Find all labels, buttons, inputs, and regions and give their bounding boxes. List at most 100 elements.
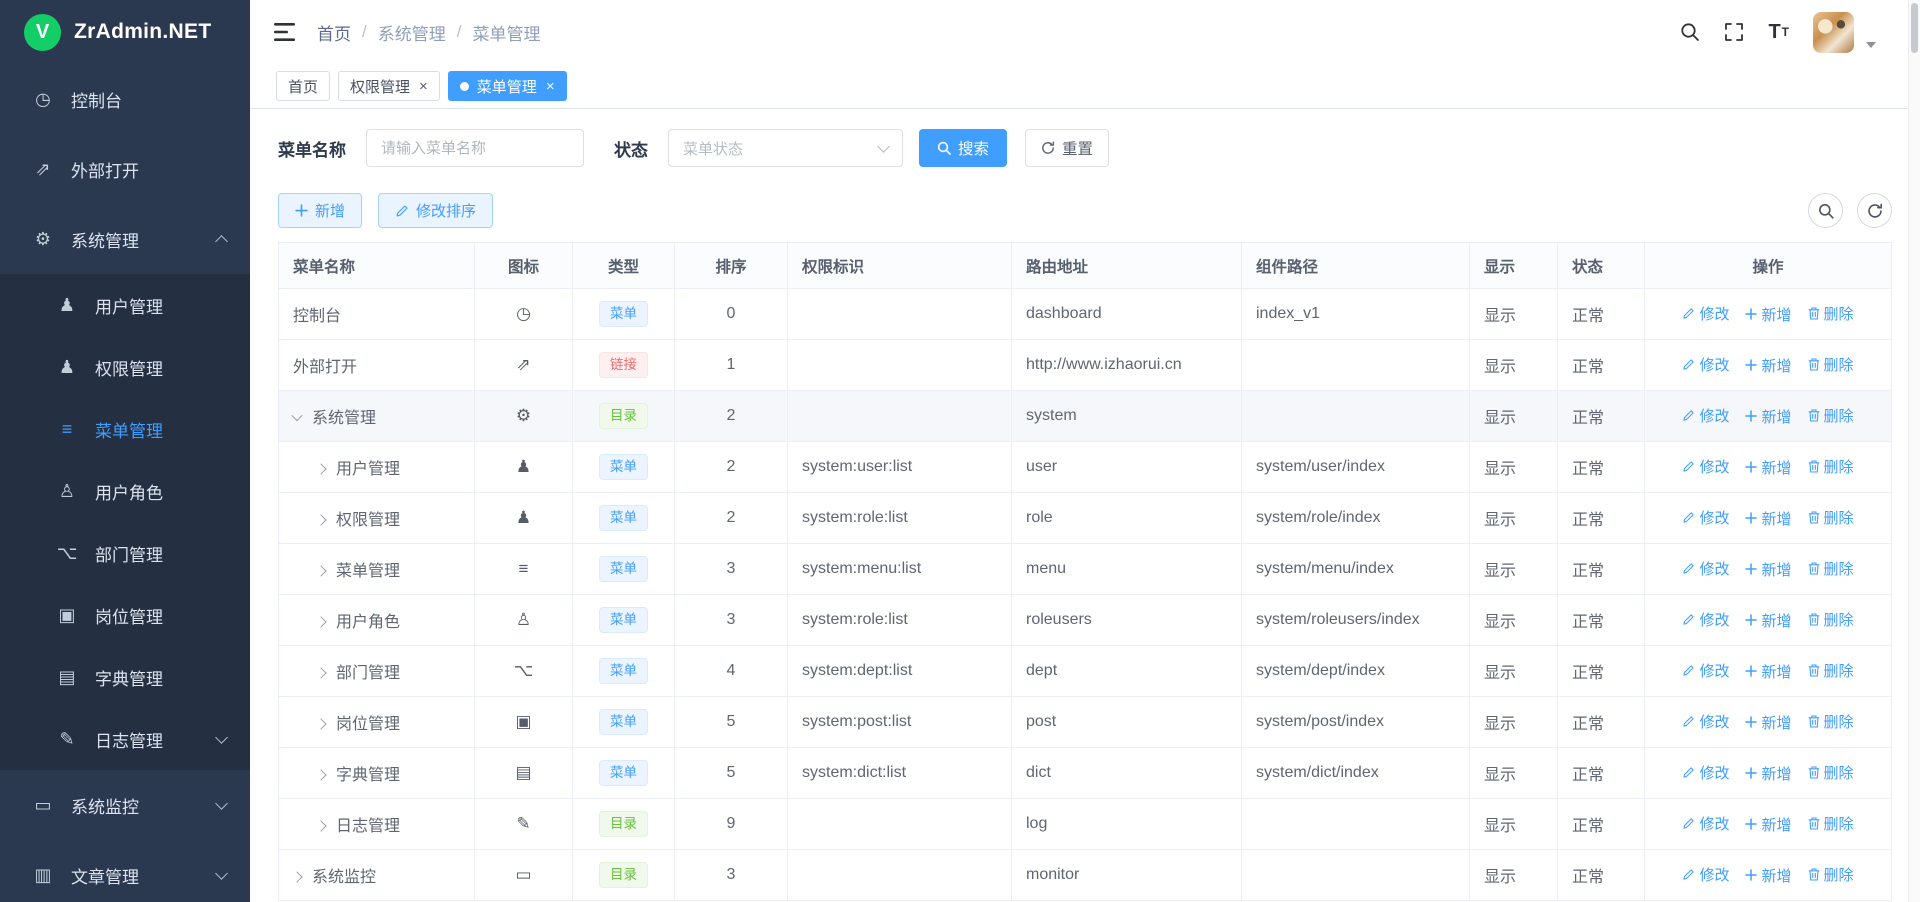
expand-row-icon[interactable] xyxy=(315,820,326,831)
tab-role[interactable]: 权限管理× xyxy=(338,71,440,101)
perm-cell xyxy=(788,340,1012,391)
add-link[interactable]: 新增 xyxy=(1745,661,1791,682)
edit-link[interactable]: 修改 xyxy=(1682,558,1729,579)
edit-link[interactable]: 修改 xyxy=(1682,813,1729,834)
edit-link[interactable]: 修改 xyxy=(1682,864,1729,885)
add-link-label: 新增 xyxy=(1761,610,1791,631)
sidebar-item-dept[interactable]: ⌥ 部门管理 xyxy=(0,522,250,584)
expand-row-icon[interactable] xyxy=(291,871,302,882)
delete-link-label: 删除 xyxy=(1824,660,1854,681)
delete-link[interactable]: 删除 xyxy=(1808,609,1854,630)
add-link[interactable]: 新增 xyxy=(1745,712,1791,733)
add-link[interactable]: 新增 xyxy=(1745,559,1791,580)
sidebar-item-menu[interactable]: ≡菜单管理 xyxy=(0,398,250,460)
add-link[interactable]: 新增 xyxy=(1745,763,1791,784)
sidebar-item-dashboard[interactable]: ◷控制台 xyxy=(0,64,250,134)
sidebar-item-external[interactable]: ⇗外部打开 xyxy=(0,134,250,204)
add-link[interactable]: 新增 xyxy=(1745,355,1791,376)
visible-cell: 显示 xyxy=(1470,544,1558,595)
delete-link[interactable]: 删除 xyxy=(1808,507,1854,528)
delete-link[interactable]: 删除 xyxy=(1808,558,1854,579)
toggle-search-button[interactable] xyxy=(1808,193,1843,228)
edit-link[interactable]: 修改 xyxy=(1682,405,1729,426)
scrollbar-thumb[interactable] xyxy=(1911,3,1918,53)
route-cell: post xyxy=(1012,697,1242,748)
sidebar-item-label: 部门管理 xyxy=(95,541,163,566)
delete-link[interactable]: 删除 xyxy=(1808,405,1854,426)
expand-row-icon[interactable] xyxy=(315,514,326,525)
delete-icon xyxy=(1808,562,1820,575)
table-row-role: 权限管理♟菜单2system:role:listrolesystem/role/… xyxy=(279,493,1892,544)
add-link[interactable]: 新增 xyxy=(1745,610,1791,631)
sort-button[interactable]: 修改排序 xyxy=(378,193,493,228)
expand-row-icon[interactable] xyxy=(315,667,326,678)
expand-row-icon[interactable] xyxy=(315,718,326,729)
edit-link[interactable]: 修改 xyxy=(1682,456,1729,477)
delete-link[interactable]: 删除 xyxy=(1808,711,1854,732)
reset-button[interactable]: 重置 xyxy=(1025,129,1109,167)
sidebar-item-label: 岗位管理 xyxy=(95,603,163,628)
edit-link[interactable]: 修改 xyxy=(1682,711,1729,732)
add-button[interactable]: 新增 xyxy=(278,193,362,228)
route-cell: dashboard xyxy=(1012,289,1242,340)
expand-row-icon[interactable] xyxy=(315,616,326,627)
edit-link[interactable]: 修改 xyxy=(1682,507,1729,528)
edit-link[interactable]: 修改 xyxy=(1682,762,1729,783)
edit-icon xyxy=(1682,358,1695,371)
sidebar-item-role[interactable]: ♟权限管理 xyxy=(0,336,250,398)
delete-link[interactable]: 删除 xyxy=(1808,456,1854,477)
add-link[interactable]: 新增 xyxy=(1745,814,1791,835)
add-link[interactable]: 新增 xyxy=(1745,508,1791,529)
delete-link[interactable]: 删除 xyxy=(1808,303,1854,324)
search-button[interactable]: 搜索 xyxy=(919,129,1007,167)
menu-name-input[interactable] xyxy=(366,129,584,167)
tab-close-icon[interactable]: × xyxy=(546,79,555,94)
delete-link[interactable]: 删除 xyxy=(1808,813,1854,834)
sidebar-toggle-icon[interactable] xyxy=(274,23,295,41)
page-scrollbar[interactable] xyxy=(1908,0,1920,902)
delete-link[interactable]: 删除 xyxy=(1808,354,1854,375)
edit-icon xyxy=(1682,715,1695,728)
logo[interactable]: V ZrAdmin.NET xyxy=(0,0,250,64)
edit-link[interactable]: 修改 xyxy=(1682,303,1729,324)
add-icon xyxy=(1745,614,1757,626)
breadcrumb-item[interactable]: 首页 xyxy=(317,20,351,45)
sidebar-item-post[interactable]: ▣岗位管理 xyxy=(0,584,250,646)
delete-link[interactable]: 删除 xyxy=(1808,864,1854,885)
sidebar-item-article[interactable]: ▥文章管理 xyxy=(0,840,250,902)
org-icon: ⌥ xyxy=(56,543,78,564)
user-avatar[interactable] xyxy=(1813,12,1854,53)
sidebar-item-system[interactable]: ⚙系统管理 xyxy=(0,204,250,274)
sidebar-item-roleusers[interactable]: ♙用户角色 xyxy=(0,460,250,522)
edit-link[interactable]: 修改 xyxy=(1682,609,1729,630)
add-link[interactable]: 新增 xyxy=(1745,406,1791,427)
edit-link-label: 修改 xyxy=(1699,864,1729,885)
sidebar-item-dict[interactable]: ▤字典管理 xyxy=(0,646,250,708)
sidebar-item-user[interactable]: ♟用户管理 xyxy=(0,274,250,336)
tab-menu[interactable]: 菜单管理× xyxy=(448,71,567,101)
user-menu-caret-icon[interactable] xyxy=(1866,42,1876,48)
edit-link-label: 修改 xyxy=(1699,507,1729,528)
tab-close-icon[interactable]: × xyxy=(419,79,428,94)
tab-home[interactable]: 首页 xyxy=(276,71,330,101)
font-size-icon[interactable]: TT xyxy=(1768,21,1789,44)
sidebar-item-monitor[interactable]: ▭系统监控 xyxy=(0,770,250,840)
expand-row-icon[interactable] xyxy=(315,463,326,474)
add-link[interactable]: 新增 xyxy=(1745,865,1791,886)
expand-row-icon[interactable] xyxy=(315,769,326,780)
search-icon[interactable] xyxy=(1680,22,1700,42)
delete-link[interactable]: 删除 xyxy=(1808,762,1854,783)
expand-row-icon[interactable] xyxy=(315,565,326,576)
add-link[interactable]: 新增 xyxy=(1745,457,1791,478)
component-cell xyxy=(1242,391,1470,442)
refresh-table-button[interactable] xyxy=(1857,193,1892,228)
fullscreen-icon[interactable] xyxy=(1724,22,1744,42)
edit-link[interactable]: 修改 xyxy=(1682,354,1729,375)
edit-link[interactable]: 修改 xyxy=(1682,660,1729,681)
collapse-row-icon[interactable] xyxy=(291,410,302,421)
delete-link[interactable]: 删除 xyxy=(1808,660,1854,681)
add-link[interactable]: 新增 xyxy=(1745,304,1791,325)
breadcrumb-item[interactable]: 系统管理 xyxy=(378,20,446,45)
status-select[interactable]: 菜单状态 xyxy=(668,129,903,167)
sidebar-item-log[interactable]: ✎日志管理 xyxy=(0,708,250,770)
